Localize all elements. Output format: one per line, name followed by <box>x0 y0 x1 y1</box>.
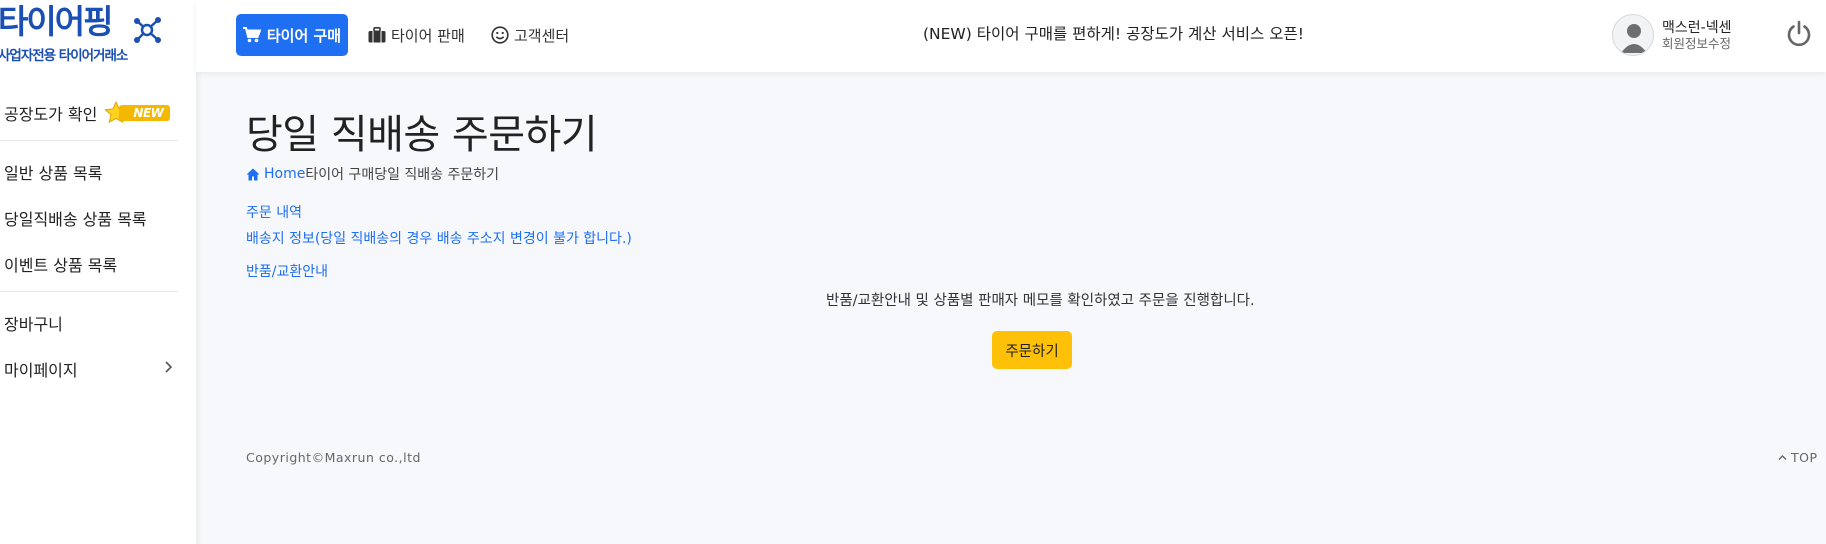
avatar <box>1612 14 1654 56</box>
sidebar-item-same-day-products[interactable]: 당일직배송 상품 목록 <box>0 195 178 241</box>
briefcase-icon <box>368 27 386 43</box>
divider <box>0 140 178 141</box>
divider <box>0 291 178 292</box>
buy-tire-button[interactable]: 타이어 구매 <box>236 14 348 56</box>
scroll-top-label: TOP <box>1791 450 1818 465</box>
sell-tire-link[interactable]: 타이어 판매 <box>368 14 465 56</box>
breadcrumb-current: 당일 직배송 주문하기 <box>374 167 500 183</box>
breadcrumb-home-label: Home <box>264 166 306 182</box>
sidebar-shadow <box>196 0 202 544</box>
user-name: 맥스런-넥센 <box>1662 19 1732 36</box>
customer-center-link[interactable]: 고객센터 <box>491 14 569 56</box>
sidebar-item-general-products[interactable]: 일반 상품 목록 <box>0 149 178 195</box>
user-icon <box>1621 24 1647 53</box>
user-profile[interactable]: 맥스런-넥센 회원정보수정 <box>1612 14 1731 56</box>
sidebar-item-label: 이벤트 상품 목록 <box>4 256 118 275</box>
smile-icon <box>491 26 509 44</box>
sidebar-item-label: 공장도가 확인 <box>4 105 98 124</box>
sell-tire-label: 타이어 판매 <box>391 26 465 45</box>
logo-subtitle: 사업자전용 타이어거래소 <box>0 48 128 64</box>
place-order-button[interactable]: 주문하기 <box>992 331 1072 369</box>
breadcrumb-home[interactable]: Home <box>246 166 305 182</box>
sidebar-item-label: 마이페이지 <box>4 361 78 380</box>
breadcrumb-parent[interactable]: 타이어 구매 <box>305 164 374 184</box>
sidebar-item-label: 당일직배송 상품 목록 <box>4 210 147 229</box>
edit-profile-link[interactable]: 회원정보수정 <box>1662 36 1731 51</box>
chevron-right-icon <box>165 361 173 373</box>
user-info: 맥스런-넥센 회원정보수정 <box>1662 20 1731 51</box>
order-history-link[interactable]: 주문 내역 <box>246 202 302 222</box>
notice-banner[interactable]: (NEW) 타이어 구매를 편하게! 공장도가 계산 서비스 오픈! <box>923 22 1304 44</box>
scroll-top-button[interactable]: TOP <box>1778 450 1818 465</box>
sidebar-item-mypage[interactable]: 마이페이지 <box>0 346 178 392</box>
logo[interactable]: 타이어핑 사업자전용 타이어거래소 <box>0 0 196 72</box>
logo-molecule-icon <box>134 17 161 43</box>
copyright: Copyright©Maxrun co.,ltd <box>246 450 421 465</box>
new-badge-label: NEW <box>119 105 171 121</box>
page-title: 당일 직배송 주문하기 <box>246 112 598 158</box>
top-nav: 타이어 구매 타이어 판매 고객센터 (NEW) 타이어 구매를 편하게! 공장… <box>196 0 1826 72</box>
return-exchange-link[interactable]: 반품/교환안내 <box>246 261 328 281</box>
home-icon <box>246 168 260 180</box>
sidebar-item-label: 일반 상품 목록 <box>4 164 103 183</box>
logo-text: 타이어핑 <box>0 2 113 41</box>
cart-icon <box>242 27 261 43</box>
power-icon[interactable] <box>1784 19 1814 49</box>
breadcrumb: Home 타이어 구매 당일 직배송 주문하기 <box>246 164 499 184</box>
sidebar-item-event-products[interactable]: 이벤트 상품 목록 <box>0 241 178 287</box>
sidebar-item-cart[interactable]: 장바구니 <box>0 300 178 346</box>
shipping-info-link[interactable]: 배송지 정보(당일 직배송의 경우 배송 주소지 변경이 불가 합니다.) <box>246 228 632 248</box>
sidebar-item-label: 장바구니 <box>4 315 63 334</box>
new-badge: NEW <box>103 100 171 126</box>
customer-center-label: 고객센터 <box>514 26 570 45</box>
sidebar: 타이어핑 사업자전용 타이어거래소 공장도가 확인 NEW 일반 상품 목록 당… <box>0 0 196 544</box>
confirm-text: 반품/교환안내 및 상품별 판매자 메모를 확인하였고 주문을 진행합니다. <box>826 293 1255 309</box>
sidebar-item-factory-price[interactable]: 공장도가 확인 NEW <box>0 90 178 136</box>
sidebar-menu: 공장도가 확인 NEW 일반 상품 목록 당일직배송 상품 목록 이벤트 상품 … <box>0 90 178 392</box>
chevron-up-icon <box>1778 455 1787 460</box>
buy-tire-label: 타이어 구매 <box>266 26 342 45</box>
